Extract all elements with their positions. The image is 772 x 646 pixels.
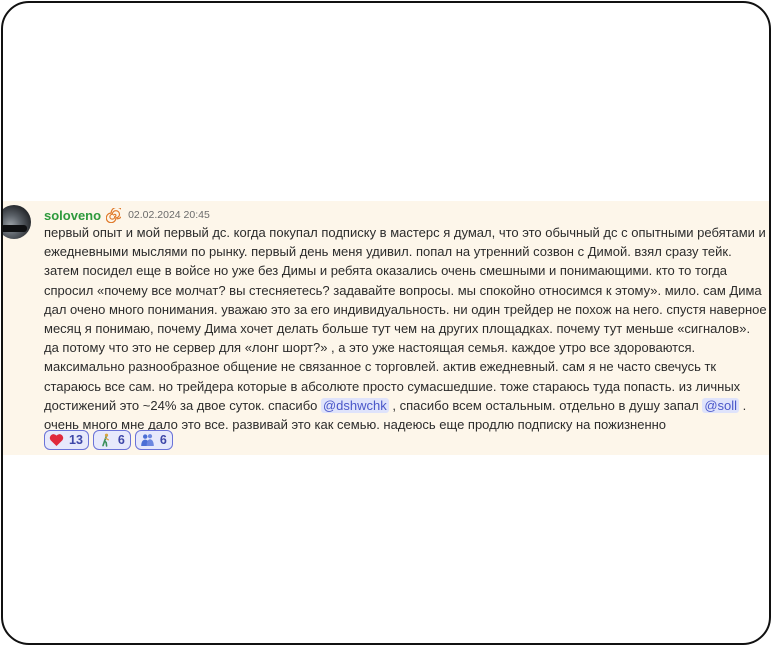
message-body: первый опыт и мой первый дс. когда покуп… bbox=[44, 223, 768, 434]
user-mention[interactable]: @dshwchk bbox=[320, 397, 389, 413]
hugging-people-icon bbox=[140, 433, 155, 447]
message-header: soloveno 02.02.2024 20:45 bbox=[44, 206, 210, 224]
reaction-person-walking[interactable]: 6 bbox=[92, 430, 131, 450]
reaction-count: 6 bbox=[159, 433, 167, 447]
reactions-bar: 13 6 6 bbox=[44, 430, 173, 450]
message-text: , спасибо всем остальным. отдельно в душ… bbox=[388, 397, 703, 413]
user-mention[interactable]: @soll bbox=[702, 397, 740, 413]
avatar[interactable] bbox=[3, 205, 31, 239]
reaction-hugging-people[interactable]: 6 bbox=[134, 430, 173, 450]
message-timestamp: 02.02.2024 20:45 bbox=[128, 209, 210, 221]
person-walking-icon bbox=[98, 433, 113, 447]
reaction-heart[interactable]: 13 bbox=[44, 430, 89, 450]
reaction-count: 6 bbox=[117, 433, 125, 447]
spiral-badge-icon bbox=[105, 206, 124, 223]
window-frame: soloveno 02.02.2024 20:45 первый опыт и … bbox=[1, 1, 771, 645]
username[interactable]: soloveno bbox=[44, 208, 101, 223]
chat-message: soloveno 02.02.2024 20:45 первый опыт и … bbox=[3, 201, 769, 455]
heart-icon bbox=[49, 433, 64, 447]
reaction-count: 13 bbox=[69, 433, 83, 447]
message-text: первый опыт и мой первый дс. когда покуп… bbox=[44, 225, 767, 413]
